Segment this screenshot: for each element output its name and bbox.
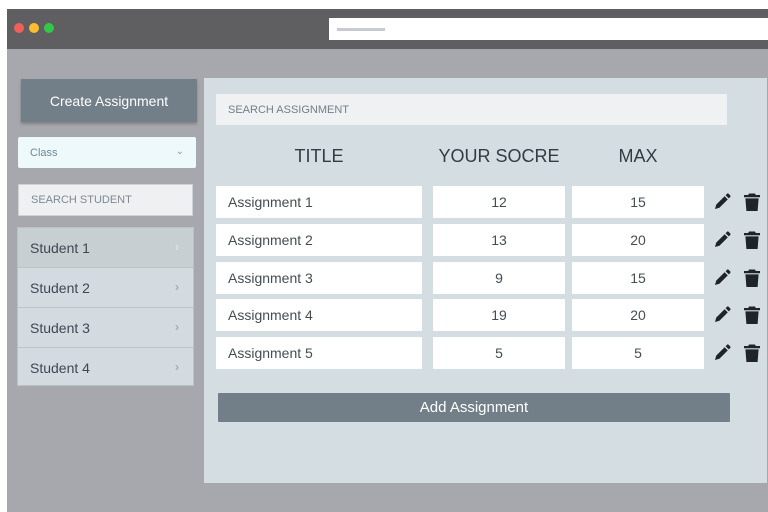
trash-icon[interactable] xyxy=(742,343,762,363)
pencil-icon[interactable] xyxy=(712,230,732,250)
student-list: Student 1 › Student 2 › Student 3 › Stud… xyxy=(17,227,194,386)
pencil-icon[interactable] xyxy=(712,268,732,288)
column-header-max: MAX xyxy=(618,146,658,166)
column-header-score: YOUR SOCRE xyxy=(438,146,560,166)
pencil-icon[interactable] xyxy=(712,343,732,363)
pencil-icon[interactable] xyxy=(712,305,732,325)
student-item-label: Student 4 xyxy=(30,360,90,376)
search-student-input[interactable]: SEARCH STUDENT xyxy=(18,184,193,216)
assignment-score-field[interactable]: 19 xyxy=(433,299,565,331)
chevron-right-icon: › xyxy=(175,360,179,374)
create-assignment-button[interactable]: Create Assignment xyxy=(21,79,197,122)
column-header-title: TITLE xyxy=(294,146,344,166)
maximize-window-button[interactable] xyxy=(44,23,54,33)
chevron-right-icon: › xyxy=(175,280,179,294)
assignment-title-field[interactable]: Assignment 3 xyxy=(216,262,422,294)
close-window-button[interactable] xyxy=(14,23,24,33)
assignment-panel: SEARCH ASSIGNMENT TITLE YOUR SOCRE MAX A… xyxy=(204,78,767,483)
student-item-label: Student 2 xyxy=(30,279,90,296)
assignment-score-field[interactable]: 5 xyxy=(433,337,565,369)
student-item-1[interactable]: Student 1 › xyxy=(18,228,193,268)
assignment-title-field[interactable]: Assignment 2 xyxy=(216,224,422,256)
student-item-label: Student 3 xyxy=(30,319,90,336)
minimize-window-button[interactable] xyxy=(29,23,39,33)
browser-window: Create Assignment Class ⌄ SEARCH STUDENT… xyxy=(7,9,768,512)
assignment-max-field[interactable]: 5 xyxy=(572,337,704,369)
student-item-3[interactable]: Student 3 › xyxy=(18,308,193,348)
assignment-max-field[interactable]: 20 xyxy=(572,299,704,331)
student-item-label: Student 1 xyxy=(30,239,90,256)
assignment-title-field[interactable]: Assignment 1 xyxy=(216,186,422,218)
table-row: Assignment 1 12 15 xyxy=(204,186,767,218)
assignment-score-field[interactable]: 13 xyxy=(433,224,565,256)
assignment-max-field[interactable]: 15 xyxy=(572,186,704,218)
pencil-icon[interactable] xyxy=(712,192,732,212)
search-assignment-input[interactable]: SEARCH ASSIGNMENT xyxy=(216,94,727,125)
table-row: Assignment 2 13 20 xyxy=(204,224,767,256)
table-row: Assignment 3 9 15 xyxy=(204,262,767,294)
table-row: Assignment 4 19 20 xyxy=(204,299,767,331)
assignment-score-field[interactable]: 9 xyxy=(433,262,565,294)
assignment-max-field[interactable]: 15 xyxy=(572,262,704,294)
add-assignment-button[interactable]: Add Assignment xyxy=(218,393,730,422)
table-row: Assignment 5 5 5 xyxy=(204,337,767,369)
assignment-score-field[interactable]: 12 xyxy=(433,186,565,218)
chevron-right-icon: › xyxy=(175,320,179,334)
student-item-4[interactable]: Student 4 › xyxy=(18,348,193,388)
student-item-2[interactable]: Student 2 › xyxy=(18,268,193,308)
trash-icon[interactable] xyxy=(742,268,762,288)
trash-icon[interactable] xyxy=(742,230,762,250)
window-titlebar xyxy=(7,9,768,49)
trash-icon[interactable] xyxy=(742,305,762,325)
chevron-down-icon: ⌄ xyxy=(175,146,184,157)
assignment-max-field[interactable]: 20 xyxy=(572,224,704,256)
trash-icon[interactable] xyxy=(742,192,762,212)
address-placeholder-line xyxy=(337,28,385,31)
chevron-right-icon: › xyxy=(175,240,179,254)
assignment-title-field[interactable]: Assignment 5 xyxy=(216,337,422,369)
class-select-value: Class xyxy=(30,146,58,159)
class-select[interactable]: Class ⌄ xyxy=(18,137,196,168)
address-bar[interactable] xyxy=(329,18,768,40)
assignment-title-field[interactable]: Assignment 4 xyxy=(216,299,422,331)
